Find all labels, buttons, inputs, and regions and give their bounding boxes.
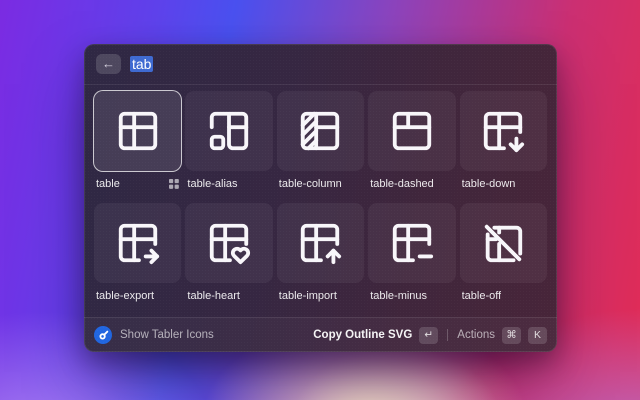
icon-result-table-dashed[interactable]: table-dashed bbox=[368, 91, 455, 190]
table-icon[interactable] bbox=[94, 91, 181, 171]
tabler-logo-icon bbox=[94, 326, 112, 344]
copy-outline-svg-button[interactable]: Copy Outline SVG bbox=[313, 329, 412, 341]
icon-name-label: table-minus bbox=[370, 290, 427, 302]
icon-name-label: table-alias bbox=[187, 178, 237, 190]
icon-label-row: table-minus bbox=[370, 289, 453, 302]
back-button[interactable]: ← bbox=[96, 54, 121, 74]
icon-result-table-import[interactable]: table-import bbox=[277, 203, 364, 302]
search-bar: ← tab bbox=[84, 44, 557, 85]
table-off-icon[interactable] bbox=[460, 203, 547, 283]
icon-name-label: table-column bbox=[279, 178, 342, 190]
k-key-icon: K bbox=[528, 327, 547, 344]
icon-label-row: table bbox=[96, 177, 179, 190]
icon-result-table[interactable]: table bbox=[94, 91, 181, 190]
raycast-window: ← tab table table-alias table-column tab… bbox=[84, 44, 557, 352]
icon-result-table-alias[interactable]: table-alias bbox=[185, 91, 272, 190]
grid-indicator-icon bbox=[169, 179, 179, 189]
icon-name-label: table-off bbox=[462, 290, 502, 302]
icon-result-table-heart[interactable]: table-heart bbox=[185, 203, 272, 302]
icon-name-label: table-export bbox=[96, 290, 154, 302]
icon-name-label: table-dashed bbox=[370, 178, 434, 190]
search-query-text: tab bbox=[130, 56, 153, 72]
action-bar: Show Tabler Icons Copy Outline SVG ↵ Act… bbox=[84, 317, 557, 352]
icon-result-table-off[interactable]: table-off bbox=[460, 203, 547, 302]
search-input[interactable]: tab bbox=[130, 56, 153, 72]
icon-result-table-export[interactable]: table-export bbox=[94, 203, 181, 302]
icon-label-row: table-column bbox=[279, 177, 362, 190]
icon-label-row: table-off bbox=[462, 289, 545, 302]
icon-label-row: table-export bbox=[96, 289, 179, 302]
table-alias-icon[interactable] bbox=[185, 91, 272, 171]
icon-name-label: table-down bbox=[462, 178, 516, 190]
table-column-icon[interactable] bbox=[277, 91, 364, 171]
icon-result-table-down[interactable]: table-down bbox=[460, 91, 547, 190]
icon-label-row: table-alias bbox=[187, 177, 270, 190]
table-dashed-icon[interactable] bbox=[368, 91, 455, 171]
icon-results-grid: table table-alias table-column table-das… bbox=[94, 91, 547, 302]
table-minus-icon[interactable] bbox=[368, 203, 455, 283]
enter-key-icon: ↵ bbox=[419, 327, 438, 344]
icon-label-row: table-heart bbox=[187, 289, 270, 302]
icon-name-label: table-heart bbox=[187, 290, 240, 302]
table-import-icon[interactable] bbox=[277, 203, 364, 283]
icon-label-row: table-down bbox=[462, 177, 545, 190]
icon-name-label: table bbox=[96, 178, 120, 190]
table-heart-icon[interactable] bbox=[185, 203, 272, 283]
icon-result-table-minus[interactable]: table-minus bbox=[368, 203, 455, 302]
icon-name-label: table-import bbox=[279, 290, 337, 302]
icon-label-row: table-dashed bbox=[370, 177, 453, 190]
footer-divider bbox=[447, 329, 448, 341]
table-down-icon[interactable] bbox=[460, 91, 547, 171]
extension-name: Show Tabler Icons bbox=[120, 329, 214, 341]
actions-button[interactable]: Actions bbox=[457, 329, 495, 341]
icon-result-table-column[interactable]: table-column bbox=[277, 91, 364, 190]
icon-label-row: table-import bbox=[279, 289, 362, 302]
command-key-icon: ⌘ bbox=[502, 327, 521, 344]
table-export-icon[interactable] bbox=[94, 203, 181, 283]
